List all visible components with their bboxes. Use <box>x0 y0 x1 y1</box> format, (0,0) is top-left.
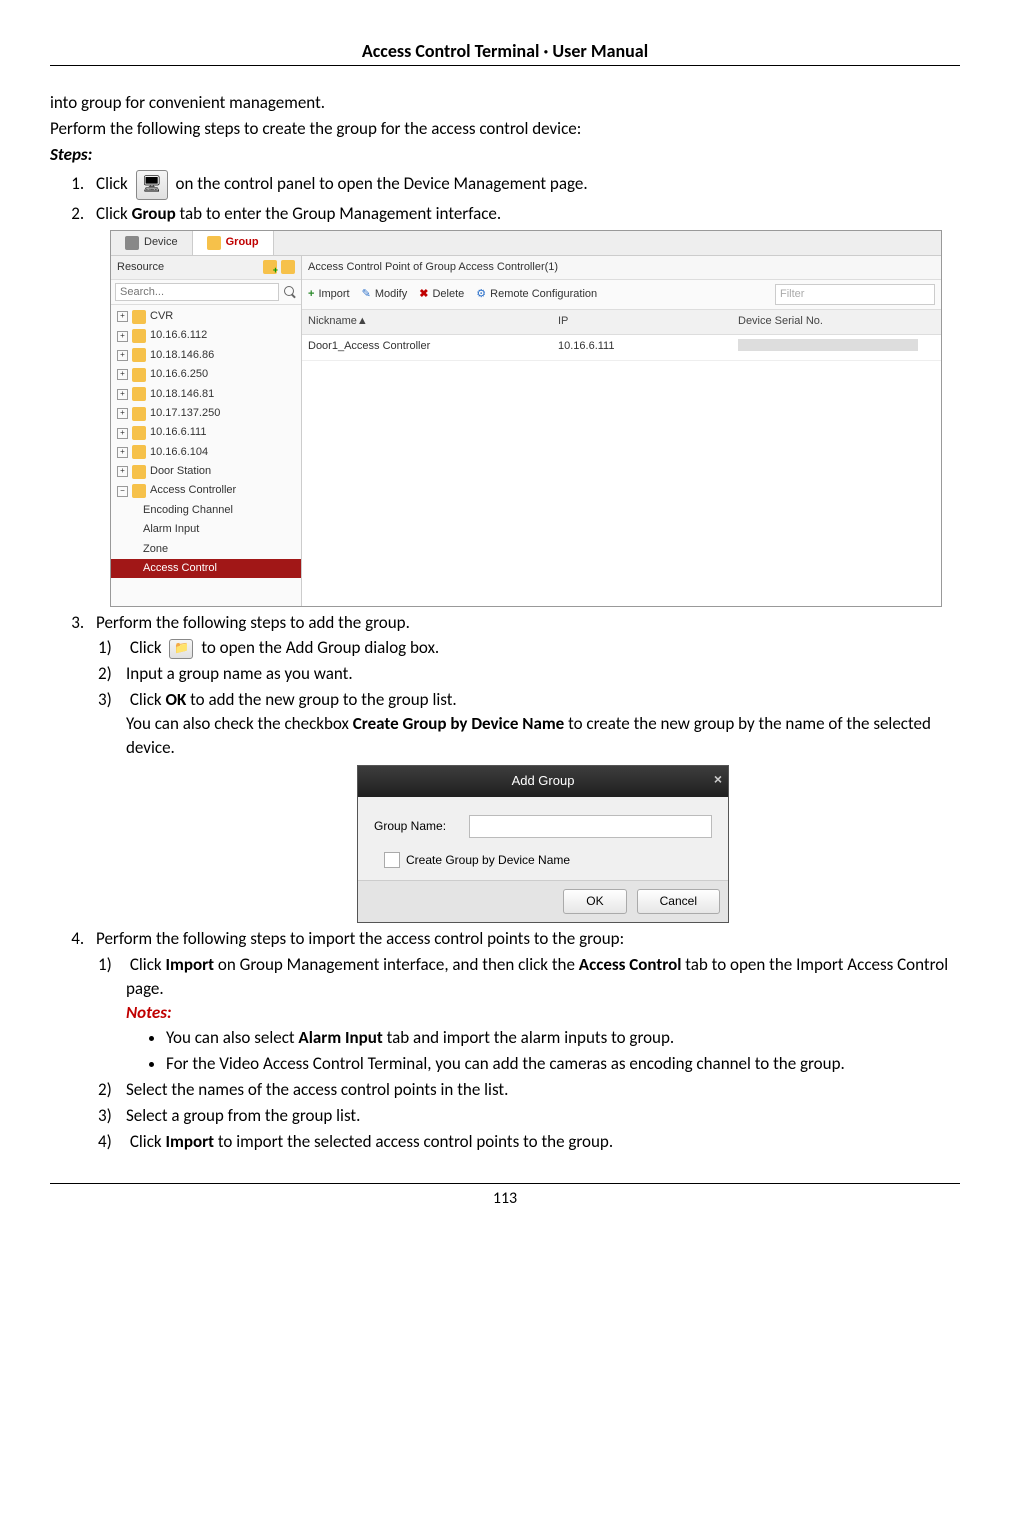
step-3-3: Click OK to add the new group to the gro… <box>118 688 960 923</box>
intro-line-2: Perform the following steps to create th… <box>50 117 960 141</box>
tree-item[interactable]: +10.18.146.86 <box>111 346 301 365</box>
step-3-2: Input a group name as you want. <box>118 662 960 686</box>
group-name-input[interactable] <box>469 815 712 838</box>
tree-item[interactable]: Alarm Input <box>111 520 301 539</box>
page-number: 113 <box>50 1189 960 1208</box>
ok-button[interactable]: OK <box>563 889 626 914</box>
folder-icon <box>207 236 221 250</box>
device-management-icon[interactable]: 🖥 <box>136 170 168 200</box>
modify-icon: ✎ <box>362 287 371 302</box>
tree-item[interactable]: +10.16.6.250 <box>111 365 301 384</box>
group-management-screenshot: Device Group Resource <box>110 230 942 606</box>
footer-divider <box>50 1183 960 1184</box>
col-nickname[interactable]: Nickname▲ <box>308 314 558 329</box>
group-name-label: Group Name: <box>374 818 469 835</box>
step-4-3: Select a group from the group list. <box>118 1104 960 1128</box>
sort-asc-icon: ▲ <box>357 315 368 327</box>
create-by-device-checkbox[interactable] <box>384 852 400 868</box>
page-header-title: Access Control Terminal · User Manual <box>50 40 960 62</box>
cell-ip: 10.16.6.111 <box>558 339 738 356</box>
header-divider <box>50 65 960 66</box>
col-serial[interactable]: Device Serial No. <box>738 314 935 329</box>
notes-label: Notes: <box>126 1002 172 1023</box>
tree-item[interactable]: +10.17.137.250 <box>111 404 301 423</box>
add-folder-icon[interactable]: 📁 <box>169 639 193 659</box>
close-icon[interactable]: × <box>714 770 722 790</box>
delete-icon: ✖ <box>419 287 428 302</box>
toolbar: +Import ✎Modify ✖Delete ⚙Remote Configur… <box>302 280 941 310</box>
step-3-1: Click 📁 to open the Add Group dialog box… <box>118 636 960 660</box>
resource-tree: +CVR +10.16.6.112 +10.18.146.86 +10.16.6… <box>111 305 301 606</box>
tree-item[interactable]: +10.16.6.104 <box>111 443 301 462</box>
step-4: Perform the following steps to import th… <box>88 927 960 1153</box>
delete-group-icon[interactable] <box>281 260 295 274</box>
main-panel-title: Access Control Point of Group Access Con… <box>302 256 941 280</box>
tree-item[interactable]: +CVR <box>111 307 301 326</box>
tree-item[interactable]: −Access Controller <box>111 481 301 500</box>
tree-item[interactable]: Encoding Channel <box>111 501 301 520</box>
import-button[interactable]: +Import <box>308 287 350 302</box>
add-group-dialog: Add Group × Group Name: Create Group by … <box>357 765 729 923</box>
create-by-device-label: Create Group by Device Name <box>406 852 570 869</box>
device-icon <box>125 236 139 250</box>
table-header: Nickname▲ IP Device Serial No. <box>302 310 941 334</box>
note-2: For the Video Access Control Terminal, y… <box>166 1052 960 1076</box>
step-4-4: Click Import to import the selected acce… <box>118 1130 960 1154</box>
tree-item[interactable]: +10.16.6.112 <box>111 326 301 345</box>
dialog-title: Add Group × <box>358 766 728 796</box>
cell-nickname: Door1_Access Controller <box>308 339 558 356</box>
cancel-button[interactable]: Cancel <box>637 889 720 914</box>
tree-item[interactable]: Zone <box>111 540 301 559</box>
modify-button[interactable]: ✎Modify <box>362 287 408 302</box>
tree-item[interactable]: +Door Station <box>111 462 301 481</box>
search-icon[interactable] <box>283 285 297 299</box>
step-4-1: Click Import on Group Management interfa… <box>118 953 960 1076</box>
tree-item[interactable]: +10.16.6.111 <box>111 423 301 442</box>
gear-icon: ⚙ <box>476 287 486 302</box>
sidebar-resource: Resource +CVR +10.16.6.112 +10.18.146. <box>111 256 302 606</box>
tab-group[interactable]: Group <box>193 231 274 254</box>
step-3: Perform the following steps to add the g… <box>88 611 960 924</box>
filter-input[interactable]: Filter <box>775 284 935 305</box>
note-1: You can also select Alarm Input tab and … <box>166 1026 960 1050</box>
tree-item[interactable]: +10.18.146.81 <box>111 385 301 404</box>
step-1: Click 🖥 on the control panel to open the… <box>88 170 960 200</box>
step-2: Click Group tab to enter the Group Manag… <box>88 202 960 606</box>
search-input[interactable] <box>115 283 279 301</box>
tab-device[interactable]: Device <box>111 231 193 254</box>
remote-config-button[interactable]: ⚙Remote Configuration <box>476 287 597 302</box>
resource-label: Resource <box>117 260 164 275</box>
intro-line-1: into group for convenient management. <box>50 91 960 115</box>
plus-icon: + <box>308 287 314 302</box>
add-group-icon[interactable] <box>263 260 277 274</box>
cell-serial <box>738 339 935 356</box>
table-row[interactable]: Door1_Access Controller 10.16.6.111 <box>302 335 941 361</box>
step-4-2: Select the names of the access control p… <box>118 1078 960 1102</box>
tree-item-selected[interactable]: Access Control <box>111 559 301 578</box>
delete-button[interactable]: ✖Delete <box>419 287 464 302</box>
steps-label: Steps: <box>50 143 960 167</box>
col-ip[interactable]: IP <box>558 314 738 329</box>
